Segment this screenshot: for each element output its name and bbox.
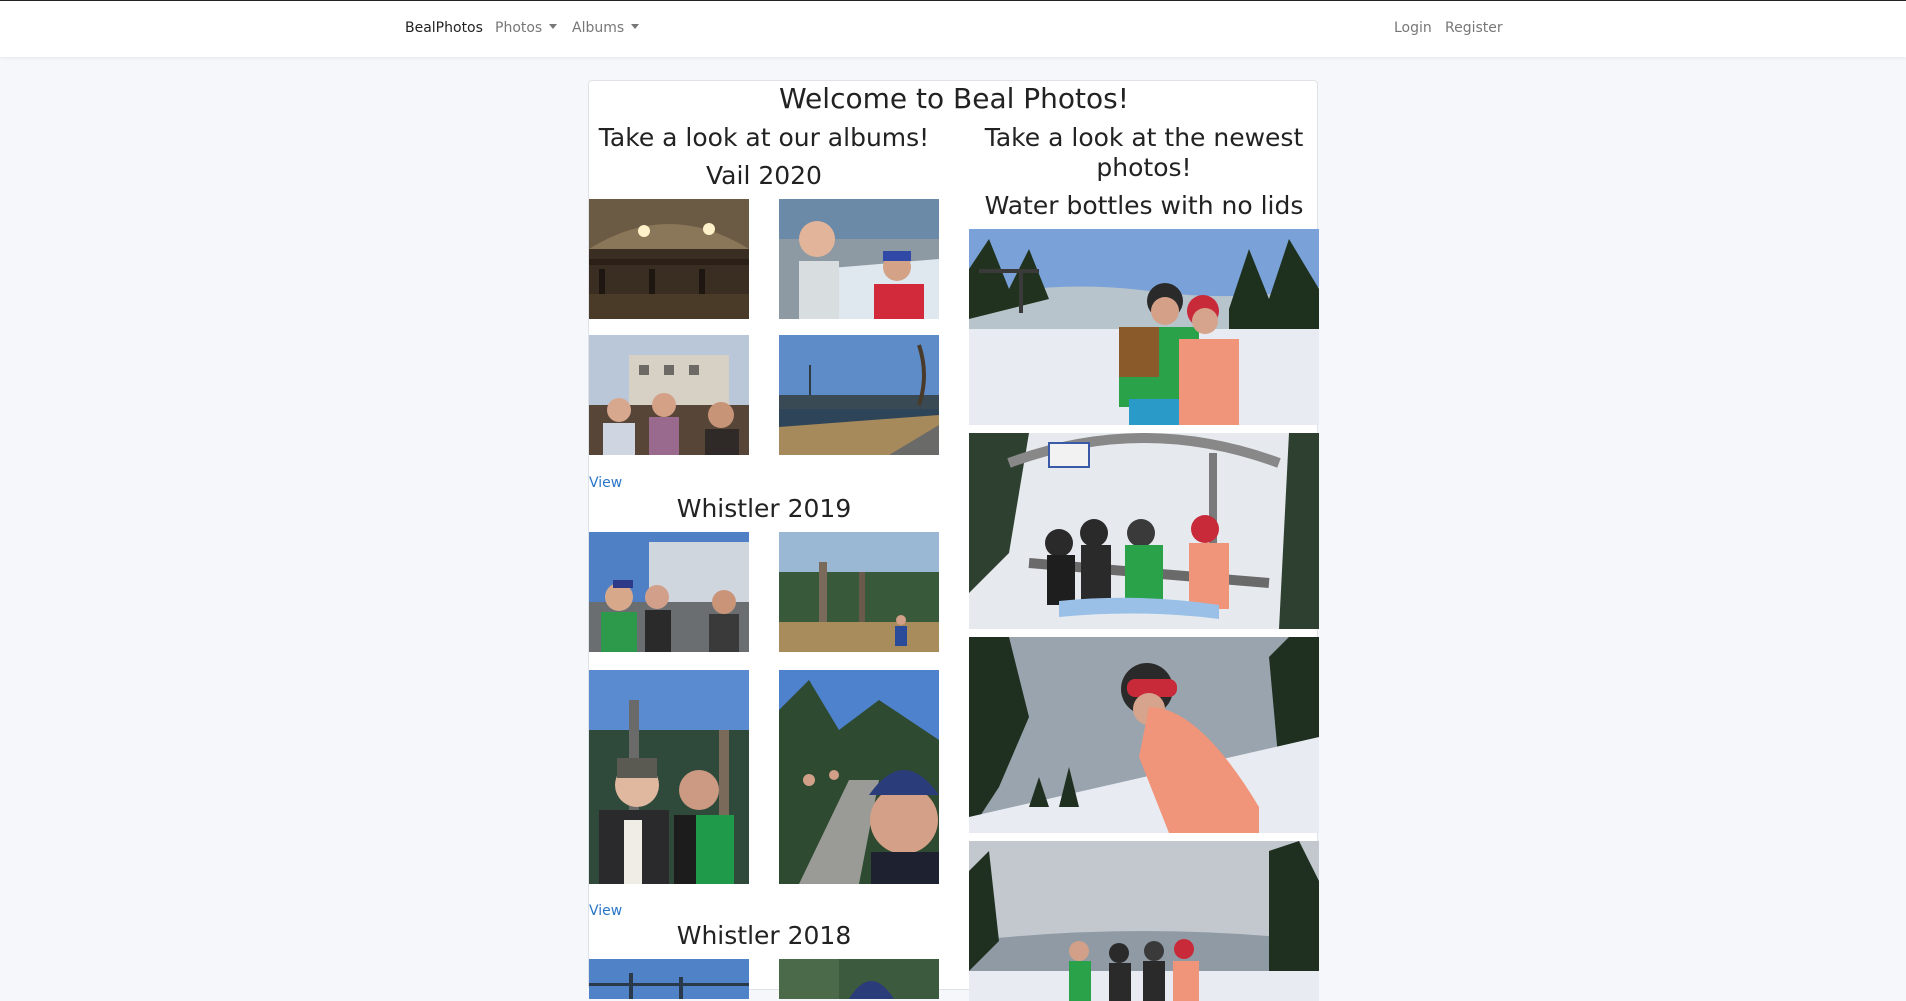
newest-photo[interactable] — [969, 637, 1319, 833]
newest-photo[interactable] — [969, 229, 1319, 425]
chevron-down-icon — [549, 24, 558, 29]
newest-photo[interactable] — [969, 433, 1319, 629]
album-thumbnail[interactable] — [589, 532, 749, 652]
newest-photo[interactable] — [969, 841, 1319, 1001]
album-thumbnail[interactable] — [779, 335, 939, 455]
photo-title: Water bottles with no lids — [984, 191, 1304, 220]
album-thumbnail[interactable] — [589, 959, 749, 999]
album-thumbnail[interactable] — [589, 199, 749, 319]
newest-heading: Take a look at the newest photos! — [984, 123, 1304, 182]
album-thumbnail[interactable] — [779, 532, 939, 652]
photos-dropdown-label: Photos — [495, 20, 543, 36]
albums-dropdown-label: Albums — [572, 20, 625, 36]
navbar: BealPhotos Photos Albums Login Register — [0, 0, 1906, 57]
album-thumbnail[interactable] — [589, 670, 749, 884]
register-link[interactable]: Register — [1445, 20, 1503, 36]
login-link[interactable]: Login — [1394, 20, 1432, 36]
photos-dropdown[interactable]: Photos — [495, 20, 558, 36]
album-title: Whistler 2018 — [676, 921, 852, 950]
page-title: Welcome to Beal Photos! — [779, 82, 1129, 115]
albums-heading: Take a look at our albums! — [598, 123, 930, 152]
album-title: Vail 2020 — [706, 161, 822, 190]
album-title: Whistler 2019 — [676, 494, 852, 523]
view-album-link[interactable]: View — [589, 903, 622, 919]
album-thumbnail[interactable] — [779, 670, 939, 884]
album-thumbnail[interactable] — [779, 199, 939, 319]
album-thumbnail[interactable] — [779, 959, 939, 999]
chevron-down-icon — [631, 24, 640, 29]
albums-dropdown[interactable]: Albums — [572, 20, 640, 36]
content-card: Welcome to Beal Photos! Take a look at o… — [588, 80, 1319, 1001]
view-album-link[interactable]: View — [589, 475, 622, 491]
brand-link[interactable]: BealPhotos — [405, 20, 483, 36]
album-thumbnail[interactable] — [589, 335, 749, 455]
